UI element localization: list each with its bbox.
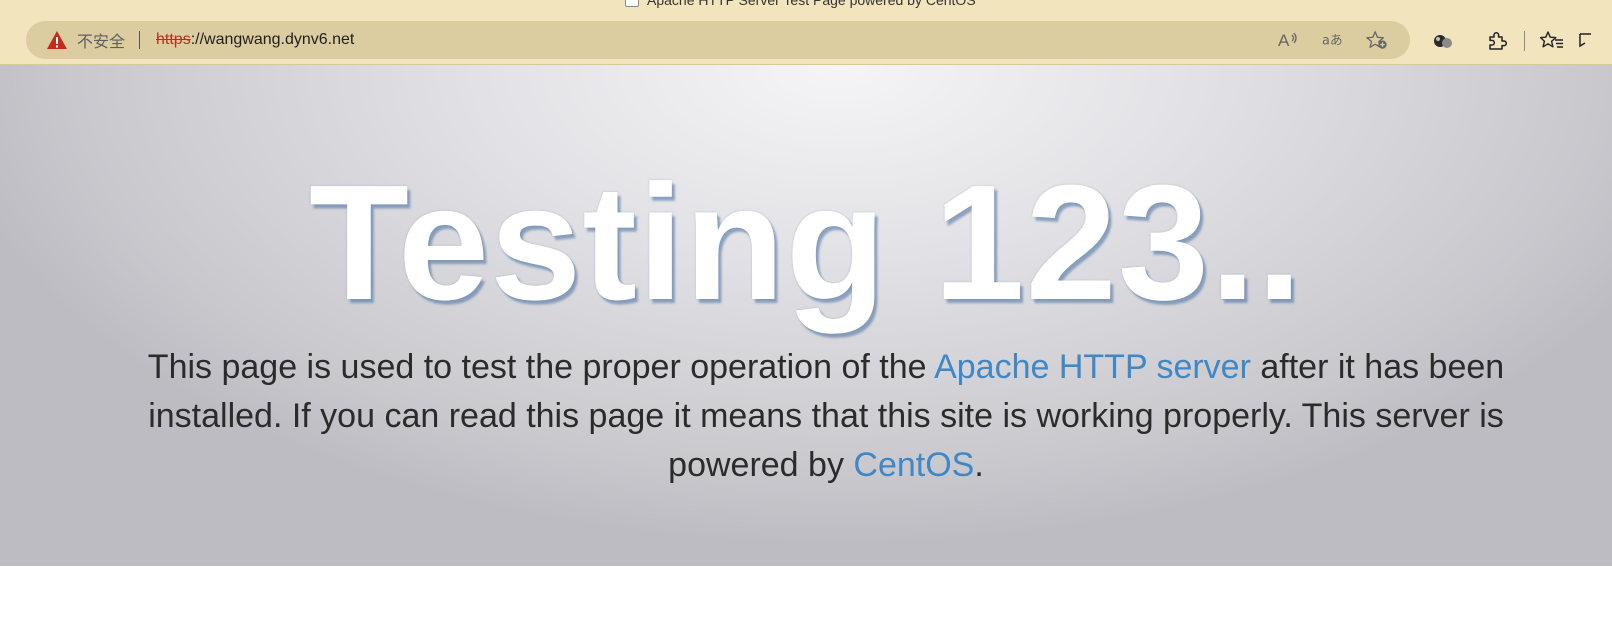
security-label[interactable]: 不安全	[77, 28, 125, 52]
svg-text:A: A	[1278, 31, 1290, 50]
window-title: Apache HTTP Server Test Page powered by …	[625, 0, 976, 8]
svg-text:aあ: aあ	[1322, 34, 1343, 49]
url-scheme: https	[156, 31, 191, 48]
browser-chrome: Apache HTTP Server Test Page powered by …	[0, 0, 1612, 65]
page-icon	[625, 0, 639, 7]
url-text[interactable]: https://wangwang.dynv6.net	[156, 31, 354, 49]
description-text-3: .	[974, 446, 984, 484]
translate-icon[interactable]: aあ	[1322, 29, 1344, 51]
apache-http-server-link[interactable]: Apache HTTP server	[934, 348, 1251, 386]
warning-triangle-icon[interactable]	[46, 30, 68, 50]
page-heading: Testing 123..	[308, 151, 1304, 334]
centos-link[interactable]: CentOS	[853, 446, 974, 484]
address-bar[interactable]: 不安全 https://wangwang.dynv6.net A aあ	[26, 21, 1410, 59]
copilot-icon[interactable]	[1430, 28, 1456, 54]
add-favorite-icon[interactable]	[1366, 29, 1388, 51]
window-title-text: Apache HTTP Server Test Page powered by …	[647, 0, 976, 8]
page-description: This page is used to test the proper ope…	[120, 343, 1532, 490]
description-text-1: This page is used to test the proper ope…	[147, 348, 935, 386]
overflow-icon[interactable]	[1577, 28, 1591, 54]
page-hero: Testing 123.. This page is used to test …	[0, 65, 1612, 566]
favorites-icon[interactable]	[1539, 28, 1565, 54]
address-bar-actions: A aあ	[1278, 21, 1388, 59]
address-divider	[139, 31, 141, 49]
puzzle-icon[interactable]	[1484, 28, 1510, 54]
toolbar-divider	[1524, 31, 1525, 51]
read-aloud-icon[interactable]: A	[1278, 29, 1300, 51]
url-host: ://wangwang.dynv6.net	[190, 31, 355, 48]
toolbar	[1430, 22, 1591, 60]
